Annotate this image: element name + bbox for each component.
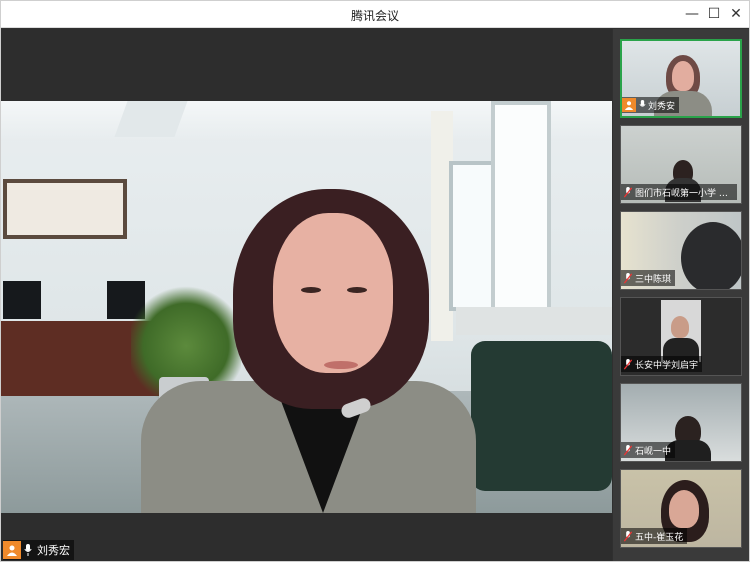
participant-label: 长安中学刘启宇 bbox=[621, 356, 703, 372]
participant-label: 三中陈琪 bbox=[621, 270, 676, 286]
main-video-area[interactable]: 刘秀宏 bbox=[1, 29, 612, 561]
participant-tile[interactable]: 长安中学刘启宇 bbox=[620, 297, 742, 376]
person-mouth bbox=[324, 361, 358, 369]
minimize-button[interactable]: — bbox=[681, 4, 703, 24]
meeting-window: 腾讯会议 — ☐ ✕ 刘秀宏 刘秀安 图们市石岘第一小学 王… 三中陈琪 长安中… bbox=[0, 0, 750, 562]
participant-tile[interactable]: 三中陈琪 bbox=[620, 211, 742, 290]
participant-tile[interactable]: 刘秀安 bbox=[620, 39, 742, 118]
participant-tile[interactable]: 图们市石岘第一小学 王… bbox=[620, 125, 742, 204]
muted-microphone-icon bbox=[621, 185, 635, 199]
person-eye bbox=[347, 287, 367, 293]
microphone-icon bbox=[636, 98, 648, 112]
participant-label: 图们市石岘第一小学 王… bbox=[621, 184, 737, 200]
user-avatar-icon bbox=[3, 541, 21, 559]
speaker-tag: 刘秀宏 bbox=[3, 540, 74, 560]
muted-microphone-icon bbox=[621, 443, 635, 457]
participant-name: 石岘一中 bbox=[635, 446, 672, 457]
monitor bbox=[3, 281, 41, 319]
muted-microphone-icon bbox=[621, 357, 635, 371]
maximize-button[interactable]: ☐ bbox=[703, 4, 725, 24]
person-eye bbox=[301, 287, 321, 293]
participant-sidebar[interactable]: 刘秀安 图们市石岘第一小学 王… 三中陈琪 长安中学刘启宇 石岘一中 五中-崔玉… bbox=[613, 29, 749, 561]
participant-name: 三中陈琪 bbox=[635, 274, 672, 285]
participant-tile[interactable]: 五中-崔玉花 bbox=[620, 469, 742, 548]
microphone-icon bbox=[21, 541, 35, 559]
close-button[interactable]: ✕ bbox=[725, 4, 747, 24]
muted-microphone-icon bbox=[621, 529, 635, 543]
participant-label: 刘秀安 bbox=[622, 97, 680, 113]
user-avatar-icon bbox=[622, 98, 636, 112]
participant-name: 刘秀安 bbox=[648, 101, 676, 112]
window-sill bbox=[456, 307, 612, 335]
title-bar: 腾讯会议 — ☐ ✕ bbox=[1, 1, 749, 28]
main-video-feed bbox=[1, 101, 612, 513]
participant-label: 五中-崔玉花 bbox=[621, 528, 688, 544]
participant-tile[interactable]: 石岘一中 bbox=[620, 383, 742, 462]
participant-label: 石岘一中 bbox=[621, 442, 676, 458]
sofa bbox=[471, 341, 612, 491]
room-window-2 bbox=[491, 101, 551, 311]
participant-name: 五中-崔玉花 bbox=[635, 532, 684, 543]
window-title: 腾讯会议 bbox=[350, 9, 399, 23]
participant-name: 图们市石岘第一小学 王… bbox=[635, 188, 733, 199]
wall-calligraphy bbox=[3, 179, 127, 239]
person-face bbox=[273, 213, 393, 373]
participant-name: 长安中学刘启宇 bbox=[635, 360, 699, 371]
speaker-name: 刘秀宏 bbox=[37, 544, 70, 557]
muted-microphone-icon bbox=[621, 271, 635, 285]
